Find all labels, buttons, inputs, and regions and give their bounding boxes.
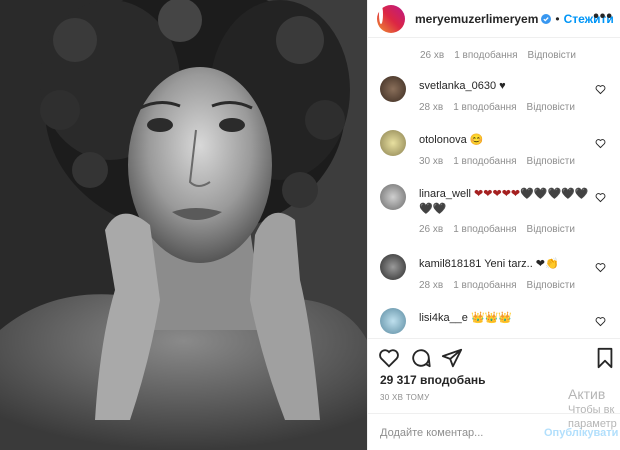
reply-button[interactable]: Відповісти [527, 224, 575, 235]
comment-time: 28 хв [419, 280, 444, 291]
reply-button[interactable]: Відповісти [527, 156, 575, 167]
author-username[interactable]: meryemuzerlimeryem [415, 12, 538, 26]
comment-like-heart-icon[interactable] [595, 262, 606, 273]
comment-like-heart-icon[interactable] [595, 84, 606, 95]
commenter-username[interactable]: linara_well [419, 188, 471, 200]
bookmark-icon[interactable] [594, 347, 616, 369]
comment-meta: 28 хв 1 вподобання Відповісти [419, 102, 575, 113]
comment-meta: 28 хв 1 вподобання Відповісти [419, 280, 575, 291]
commenter-avatar[interactable] [380, 76, 406, 102]
comment-time: 30 хв [419, 156, 444, 167]
commenter-avatar[interactable] [380, 184, 406, 210]
comment-body: 😊 [466, 134, 484, 146]
comment-likes[interactable]: 1 вподобання [453, 156, 516, 167]
post-header: meryemuzerlimeryem • Стежити ••• [368, 0, 620, 38]
windows-activation-watermark: Актив Чтобы вк параметр [560, 382, 620, 438]
commenter-avatar[interactable] [380, 130, 406, 156]
comment-body: Yeni tarz.. ❤👏 [481, 258, 559, 270]
commenter-avatar[interactable] [380, 308, 406, 334]
comment-like-heart-icon[interactable] [595, 138, 606, 149]
comment-meta: 26 хв 1 вподобання Відповісти [419, 224, 575, 235]
watermark-title: Актив [568, 386, 606, 402]
reply-button[interactable]: Відповісти [528, 50, 576, 61]
comment-time: 26 хв [419, 224, 444, 235]
post-timestamp: 30 ХВ ТОМУ [380, 393, 430, 402]
post-actions-bar [368, 338, 620, 374]
watermark-line: параметр [568, 418, 617, 430]
comment-time: 26 хв [420, 50, 445, 61]
watermark-line: Чтобы вк [568, 404, 615, 416]
comment-likes[interactable]: 1 вподобання [453, 102, 516, 113]
share-icon[interactable] [441, 347, 463, 369]
comment-meta: 26 хв 1 вподобання Відповісти [420, 50, 576, 61]
more-options-icon[interactable]: ••• [593, 8, 613, 26]
comment-text: svetlanka_0630 ♥ [419, 79, 589, 94]
commenter-username[interactable]: otolonova [419, 134, 467, 146]
commenter-avatar[interactable] [380, 254, 406, 280]
comment-input[interactable]: Додайте коментар... [380, 427, 483, 439]
commenter-username[interactable]: svetlanka_0630 [419, 80, 496, 92]
comment-text: otolonova 😊 [419, 133, 589, 148]
comment-likes[interactable]: 1 вподобання [453, 280, 516, 291]
reply-button[interactable]: Відповісти [527, 280, 575, 291]
likes-count[interactable]: 29 317 вподобань [380, 373, 486, 387]
commenter-username[interactable]: lisi4ka__e [419, 312, 468, 324]
author-avatar[interactable] [377, 4, 405, 33]
post-photo[interactable] [0, 0, 367, 450]
comment-text: kamil818181 Yeni tarz.. ❤👏 [419, 257, 589, 272]
comment-like-heart-icon[interactable] [595, 316, 606, 327]
comment-time: 28 хв [419, 102, 444, 113]
comment-text: linara_well ❤❤❤❤❤🖤🖤🖤🖤🖤🖤🖤 [419, 187, 589, 217]
comment-like-heart-icon[interactable] [595, 192, 606, 203]
comments-list[interactable]: 26 хв 1 вподобання Відповісти svetlanka_… [368, 38, 620, 338]
comment-body: 👑👑👑 [467, 312, 513, 324]
separator-dot: • [555, 11, 560, 26]
comment-meta: 30 хв 1 вподобання Відповісти [419, 156, 575, 167]
verified-badge-icon [541, 13, 552, 24]
commenter-username[interactable]: kamil818181 [419, 258, 481, 270]
portrait-image [0, 0, 367, 450]
comment-likes[interactable]: 1 вподобання [454, 50, 517, 61]
reply-button[interactable]: Відповісти [527, 102, 575, 113]
comment-text: lisi4ka__e 👑👑👑 [419, 311, 589, 326]
heart-icon[interactable] [378, 347, 400, 369]
comment-body: ♥ [496, 80, 506, 92]
comment-likes[interactable]: 1 вподобання [453, 224, 516, 235]
comment-icon[interactable] [410, 347, 432, 369]
